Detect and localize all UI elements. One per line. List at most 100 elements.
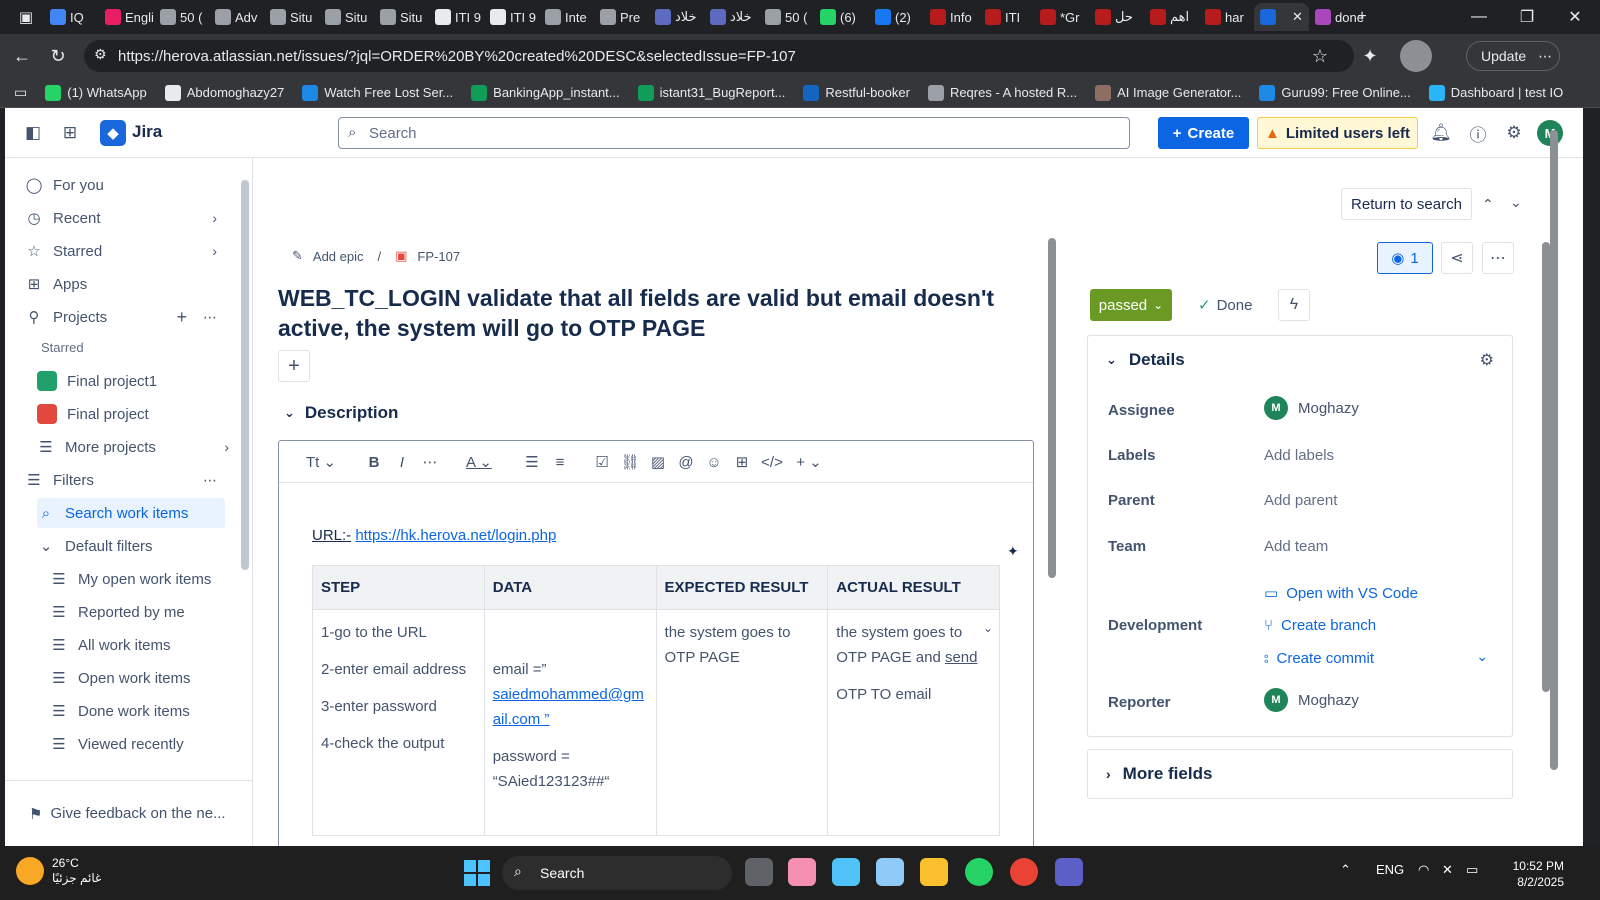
browser-tab[interactable]: Situ <box>264 3 319 31</box>
text-color-icon[interactable]: A ⌄ <box>461 451 497 473</box>
chevron-up-icon[interactable]: ⌃ <box>1482 196 1494 213</box>
reporter-field[interactable]: M Moghazy <box>1264 688 1359 712</box>
reload-icon[interactable]: ↻ <box>44 42 72 70</box>
limited-users-button[interactable]: ▲ Limited users left <box>1257 117 1418 149</box>
steps-cell[interactable]: 1-go to the URL 2-enter email address 3-… <box>312 609 485 836</box>
insert-more-icon[interactable]: + ⌄ <box>791 451 827 473</box>
browser-tab[interactable]: خلاد <box>649 3 704 31</box>
new-tab-button[interactable]: + <box>1338 0 1386 34</box>
automation-icon[interactable]: ϟ <box>1278 289 1310 321</box>
browser-tab[interactable]: Inte <box>539 3 594 31</box>
bookmark-item[interactable]: Restful-booker <box>803 84 910 101</box>
issue-key-link[interactable]: FP-107 <box>417 249 460 264</box>
table-icon[interactable]: ⊞ <box>731 451 753 473</box>
close-tab-icon[interactable]: ✕ <box>1292 9 1303 25</box>
sidebar-filter-item[interactable]: ☰ Viewed recently <box>50 729 250 759</box>
description-editor[interactable]: Tt ⌄ B I ⋯ A ⌄ ☰ ≡ ☑ ⛓ ▨ @ ☺ ⊞ </> + ⌄ U… <box>278 440 1034 846</box>
page-scrollbar[interactable] <box>1550 130 1558 770</box>
table-header-cell[interactable]: ACTUAL RESULT <box>827 565 1000 610</box>
add-content-button[interactable]: + <box>278 350 310 382</box>
sidebar-filter-item[interactable]: ☰ Open work items <box>50 663 250 693</box>
sidebar-item-filters[interactable]: ☰ Filters ⋯ <box>25 465 225 495</box>
search-input[interactable]: ⌕ Search <box>338 117 1130 149</box>
table-header-cell[interactable]: STEP <box>312 565 485 610</box>
sidebar-item-more-projects[interactable]: ☰ More projects › <box>37 432 237 462</box>
email-link[interactable]: saiedmohammed@gmail.com ” <box>493 682 648 732</box>
bold-icon[interactable]: B <box>363 451 385 473</box>
browser-tab[interactable]: Situ <box>374 3 429 31</box>
parent-field[interactable]: Add parent <box>1264 492 1337 509</box>
emoji-icon[interactable]: ☺ <box>703 451 725 473</box>
bookmark-item[interactable]: Reqres - A hosted R... <box>927 84 1077 101</box>
browser-tab[interactable]: ITI 9 <box>484 3 539 31</box>
more-formatting-icon[interactable]: ⋯ <box>419 451 441 473</box>
browser-tab[interactable]: اهم <box>1144 3 1199 31</box>
checkbox-icon[interactable]: ☑ <box>591 451 613 473</box>
close-window-icon[interactable]: ✕ <box>1551 0 1599 34</box>
app-icon[interactable] <box>832 858 860 886</box>
italic-icon[interactable]: I <box>391 451 413 473</box>
chevron-up-icon[interactable]: ⌃ <box>1340 862 1351 878</box>
description-heading[interactable]: ⌄ Description <box>284 403 398 423</box>
restore-icon[interactable]: ❐ <box>1503 0 1551 34</box>
create-commit-link[interactable]: ⦂ Create commit <box>1264 650 1374 667</box>
browser-tab[interactable]: (2) <box>869 3 924 31</box>
app-name[interactable]: Jira <box>132 122 162 142</box>
browser-tab[interactable]: Pre <box>594 3 649 31</box>
sidebar-filter-item[interactable]: ☰ All work items <box>50 630 250 660</box>
login-url-link[interactable]: https://hk.herova.net/login.php <box>355 527 556 544</box>
bookmark-item[interactable]: Watch Free Lost Ser... <box>302 84 453 101</box>
more-options-icon[interactable]: ⋯ <box>203 309 217 326</box>
bookmark-item[interactable]: Abdomoghazy27 <box>164 84 284 101</box>
more-fields-section[interactable]: › More fields <box>1087 749 1513 799</box>
mention-icon[interactable]: @ <box>675 451 697 473</box>
app-switcher-icon[interactable]: ⊞ <box>58 121 82 145</box>
browser-tab[interactable]: Situ <box>319 3 374 31</box>
link-icon[interactable]: ⛓ <box>619 451 641 473</box>
bookmark-item[interactable]: Dashboard | test IO <box>1428 84 1563 101</box>
profile-avatar[interactable] <box>1400 40 1432 72</box>
browser-tab[interactable]: Info <box>924 3 979 31</box>
battery-icon[interactable]: ▭ <box>1466 862 1478 878</box>
jira-logo-icon[interactable]: ◆ <box>100 120 126 146</box>
more-actions-icon[interactable]: ⋯ <box>1482 242 1514 274</box>
extensions-icon[interactable]: ✦ <box>1356 42 1384 70</box>
browser-tab[interactable]: ✕ <box>1254 3 1309 31</box>
back-icon[interactable]: ← <box>8 42 36 70</box>
labels-field[interactable]: Add labels <box>1264 447 1334 464</box>
browser-tab[interactable]: ITI <box>979 3 1034 31</box>
file-explorer-icon[interactable] <box>920 858 948 886</box>
table-header-cell[interactable]: EXPECTED RESULT <box>655 565 829 610</box>
expected-result-cell[interactable]: the system goes to OTP PAGE <box>655 609 829 836</box>
add-project-icon[interactable]: + <box>176 307 187 328</box>
sidebar-item-recent[interactable]: ◷ Recent › <box>25 203 225 233</box>
sidebar-filter-item[interactable]: ☰ My open work items <box>50 564 250 594</box>
browser-tab[interactable]: حل <box>1089 3 1144 31</box>
share-icon[interactable]: ⋖ <box>1441 242 1473 274</box>
chrome-icon[interactable] <box>1010 858 1038 886</box>
bullet-list-icon[interactable]: ☰ <box>521 451 543 473</box>
bookmark-item[interactable]: (1) WhatsApp <box>45 84 147 101</box>
bookmark-item[interactable]: istant31_BugReport... <box>637 84 785 101</box>
open-vscode-link[interactable]: ▭ Open with VS Code <box>1264 584 1418 603</box>
browser-tab[interactable]: 50 ( <box>759 3 814 31</box>
add-column-icon[interactable]: ✦ <box>1007 543 1019 560</box>
image-icon[interactable]: ▨ <box>647 451 669 473</box>
browser-tab[interactable]: (6) <box>814 3 869 31</box>
start-icon[interactable] <box>464 860 490 886</box>
browser-tab[interactable]: Engli <box>99 3 154 31</box>
sidebar-project-final-project[interactable]: Final project <box>37 399 237 429</box>
sidebar-filter-item[interactable]: ☰ Done work items <box>50 696 250 726</box>
assignee-field[interactable]: M Moghazy <box>1264 396 1359 420</box>
browser-tab[interactable]: IQ <box>44 3 99 31</box>
create-branch-link[interactable]: ⑂ Create branch <box>1264 617 1376 634</box>
give-feedback-link[interactable]: ⚑ Give feedback on the ne... <box>5 780 253 846</box>
star-icon[interactable]: ☆ <box>1306 42 1334 70</box>
chevron-down-icon[interactable]: ⌄ <box>1476 648 1488 665</box>
chevron-down-icon[interactable]: ⌄ <box>1510 194 1522 211</box>
sidebar-filter-item[interactable]: ☰ Reported by me <box>50 597 250 627</box>
sidebar-toggle-icon[interactable]: ◧ <box>21 121 45 145</box>
notifications-icon[interactable]: 🔔︎ <box>1429 121 1453 145</box>
cell-options-icon[interactable]: ⌄ <box>983 616 993 641</box>
taskbar-search[interactable]: ⌕ Search <box>502 856 732 890</box>
